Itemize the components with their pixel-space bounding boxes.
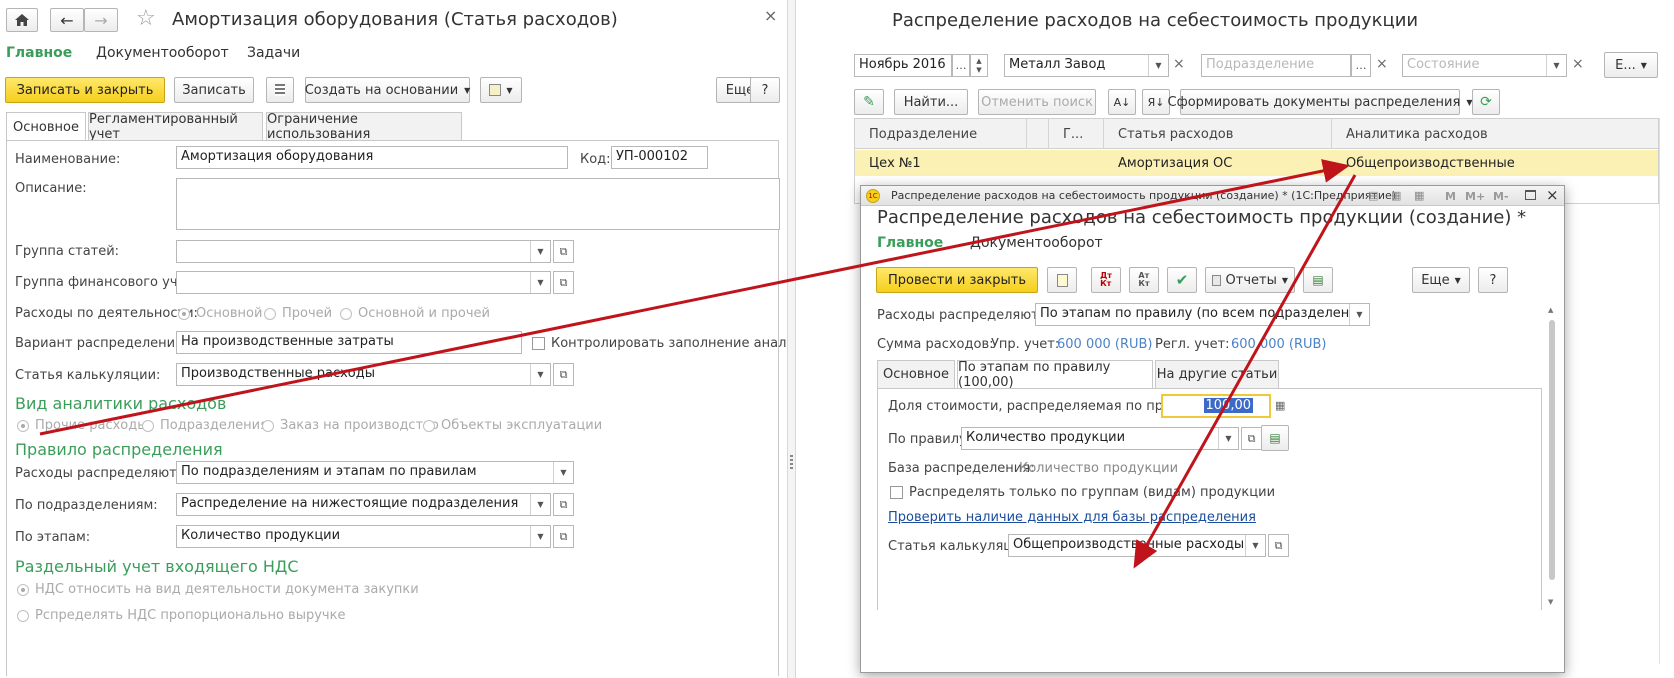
annotation-arrows xyxy=(39,159,1357,569)
arrow-row-to-calc xyxy=(1133,174,1357,569)
arrow-analytics-to-row xyxy=(39,159,1350,436)
